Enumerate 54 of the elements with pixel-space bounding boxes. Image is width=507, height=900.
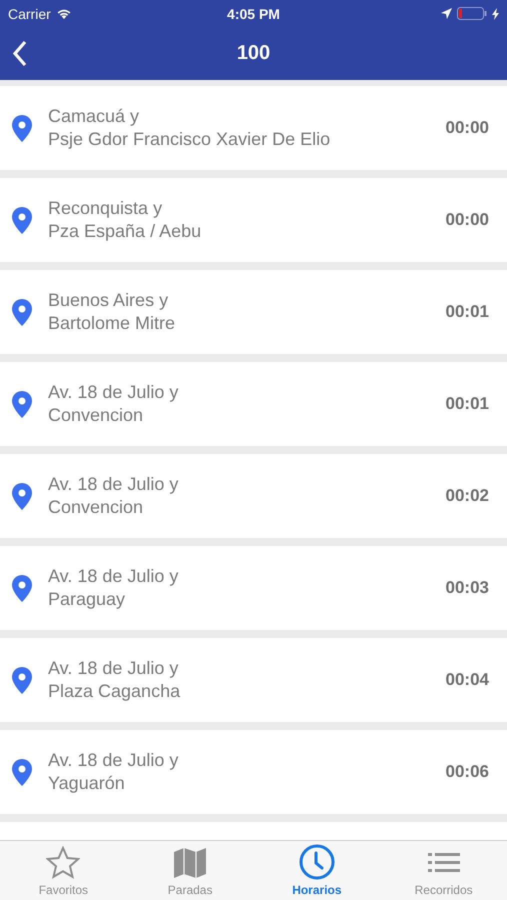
stop-cross-street: Plaza Cagancha (48, 680, 182, 703)
tab-item[interactable]: Horarios (254, 841, 380, 900)
clock-icon (298, 844, 335, 880)
location-pin-icon (12, 390, 32, 418)
stop-time: 00:00 (446, 210, 489, 230)
stop-street: Av. 18 de Julio y (48, 749, 180, 772)
location-arrow-icon (441, 8, 452, 19)
stop-row[interactable]: Av. 18 de Julio y Convencion 00:01 (0, 362, 507, 446)
stop-row[interactable]: Av. 18 de Julio y Plaza Cagancha 00:04 (0, 638, 507, 722)
stop-cross-street: Convencion (48, 404, 144, 427)
star-icon (46, 846, 80, 880)
stop-row[interactable]: Camacuá y Psje Gdor Francisco Xavier De Elio 00:00 (0, 86, 507, 170)
location-pin-icon (12, 298, 32, 326)
tab-item[interactable]: Recorridos (380, 841, 507, 900)
stop-street: Reconquista y (48, 197, 164, 220)
stop-row[interactable]: Reconquista y Pza España / Aebu 00:00 (0, 178, 507, 262)
stop-cross-street: Pza España / Aebu (48, 220, 202, 243)
stop-row[interactable]: Av. 18 de Julio y Yaguarón 00:06 (0, 730, 507, 814)
location-pin-icon (12, 666, 32, 694)
battery-icon (457, 7, 487, 20)
stop-street: Camacuá y (48, 105, 140, 128)
stop-street: Buenos Aires y (48, 289, 170, 312)
wifi-icon (56, 8, 72, 20)
status-time: 4:05 PM (227, 6, 280, 22)
stop-street: Av. 18 de Julio y (48, 565, 180, 588)
location-pin-icon (12, 114, 32, 142)
tab-item[interactable]: Favoritos (0, 841, 127, 900)
map-icon (173, 846, 208, 880)
stop-street: Av. 18 de Julio y (48, 381, 180, 404)
stop-cross-street: Bartolome Mitre (48, 312, 176, 335)
stop-row[interactable]: Av. 18 de Julio y Convencion 00:02 (0, 454, 507, 538)
stop-street: Av. 18 de Julio y (48, 657, 180, 680)
stop-cross-street: Psje Gdor Francisco Xavier De Elio (48, 128, 332, 151)
stop-time: 00:01 (446, 394, 489, 414)
location-pin-icon (12, 758, 32, 786)
stop-time: 00:06 (446, 762, 489, 782)
stop-time: 00:00 (446, 118, 489, 138)
carrier-name: Carrier (8, 6, 51, 22)
location-pin-icon (12, 482, 32, 510)
stop-time: 00:02 (446, 486, 489, 506)
tab-item[interactable]: Paradas (126, 841, 254, 900)
stop-time: 00:01 (446, 302, 489, 322)
nav-title: 100 (236, 42, 270, 65)
stop-cross-street: Yaguarón (48, 772, 126, 795)
location-pin-icon (12, 206, 32, 234)
stop-row[interactable]: Av. 18 de Julio y Paraguay 00:03 (0, 546, 507, 630)
stop-street: Av. 18 de Julio y (48, 473, 180, 496)
stop-time: 00:04 (446, 670, 489, 690)
stop-time: 00:03 (446, 578, 489, 598)
back-button[interactable] (12, 40, 28, 67)
location-pin-icon (12, 574, 32, 602)
stop-cross-street: Paraguay (48, 588, 126, 611)
stop-row[interactable]: Buenos Aires y Bartolome Mitre 00:01 (0, 270, 507, 354)
stop-cross-street: Convencion (48, 496, 144, 519)
